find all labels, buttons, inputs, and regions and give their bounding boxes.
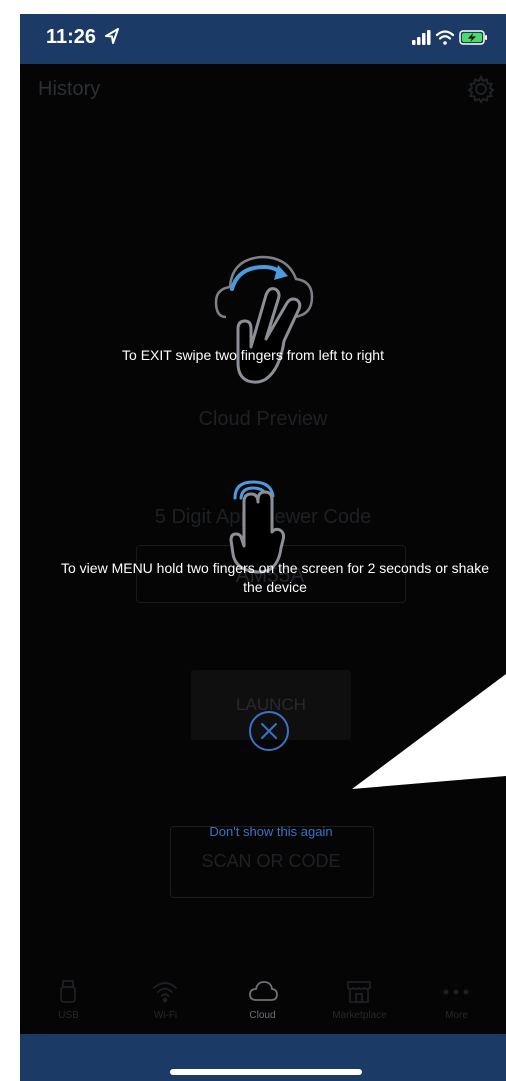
- home-indicator-bar: [20, 1034, 506, 1081]
- phone-screen: 11:26 History Cloud Preview 5 Digit App …: [20, 14, 506, 1081]
- speech-callout-pointer: [352, 674, 506, 789]
- home-indicator[interactable]: [170, 1069, 362, 1075]
